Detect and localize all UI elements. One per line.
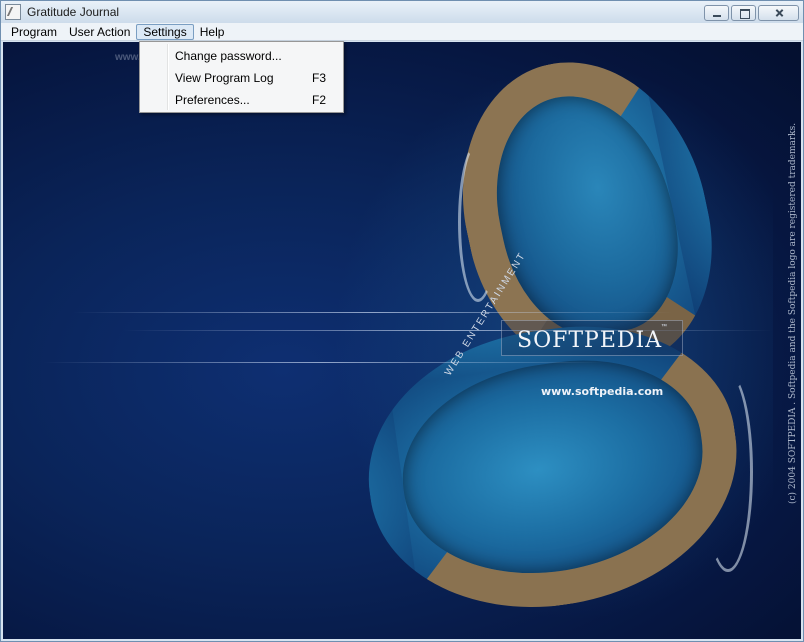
light-streak bbox=[43, 362, 603, 363]
app-window: Gratitude Journal Program User Action Se… bbox=[0, 0, 804, 642]
splash-image: www.softpedia.com SOFTPEDIA ™ WEB ENTERT… bbox=[3, 42, 801, 639]
maximize-button[interactable] bbox=[731, 5, 756, 21]
menu-item-shortcut: F3 bbox=[312, 71, 327, 85]
surf-line bbox=[703, 372, 753, 572]
menu-help[interactable]: Help bbox=[194, 24, 231, 40]
app-icon[interactable] bbox=[5, 4, 21, 20]
copyright-text: (c) 2004 SOFTPEDIA . Softpedia and the S… bbox=[788, 122, 798, 504]
menu-user-action[interactable]: User Action bbox=[63, 24, 136, 40]
menu-view-program-log[interactable]: View Program Log F3 bbox=[142, 67, 341, 89]
title-bar[interactable]: Gratitude Journal bbox=[1, 1, 803, 23]
light-streak bbox=[73, 312, 673, 313]
menu-bar: Program User Action Settings Help bbox=[1, 23, 803, 41]
window-title: Gratitude Journal bbox=[27, 5, 120, 19]
menu-item-label: Change password... bbox=[175, 49, 282, 63]
softpedia-logo: SOFTPEDIA bbox=[517, 328, 663, 353]
caption-buttons bbox=[702, 5, 799, 21]
menu-item-label: View Program Log bbox=[175, 71, 274, 85]
menu-preferences[interactable]: Preferences... F2 bbox=[142, 89, 341, 111]
trademark-mark: ™ bbox=[661, 324, 667, 330]
surf-line bbox=[458, 142, 498, 302]
settings-dropdown: Change password... View Program Log F3 P… bbox=[139, 41, 344, 113]
minimize-button[interactable] bbox=[704, 5, 729, 21]
close-button[interactable] bbox=[758, 5, 799, 21]
site-url: www.softpedia.com bbox=[541, 385, 664, 398]
menu-item-shortcut: F2 bbox=[312, 93, 327, 107]
menu-program[interactable]: Program bbox=[5, 24, 63, 40]
menu-settings[interactable]: Settings bbox=[136, 23, 194, 40]
menu-change-password[interactable]: Change password... bbox=[142, 45, 341, 67]
menu-item-label: Preferences... bbox=[175, 93, 250, 107]
